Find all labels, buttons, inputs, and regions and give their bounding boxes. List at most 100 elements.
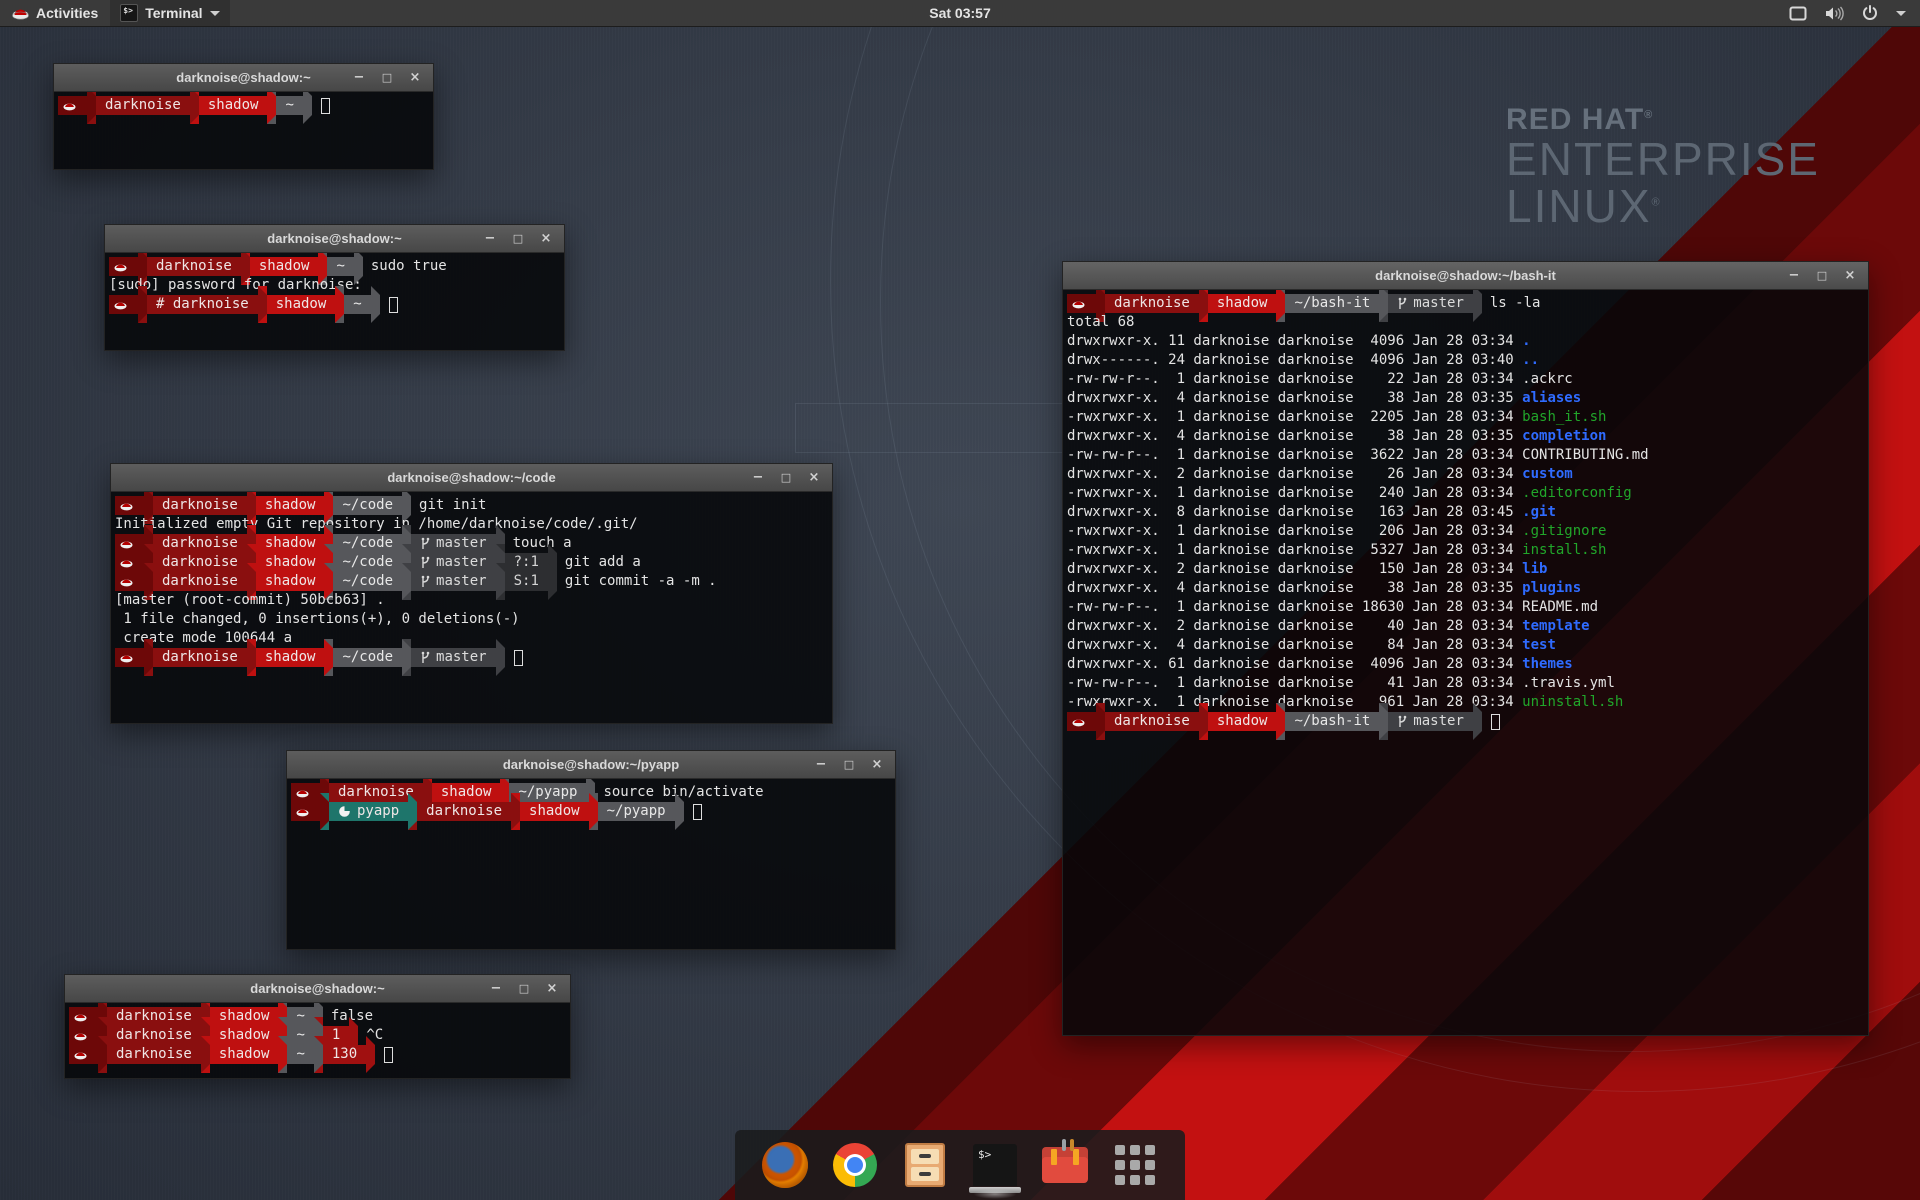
dock-files[interactable]: [901, 1141, 949, 1189]
window-titlebar[interactable]: darknoise@shadow:~−□×: [54, 64, 433, 92]
close-button[interactable]: ×: [804, 468, 824, 488]
prompt-segment-hat: [69, 1026, 98, 1045]
powerline-separator-icon: [1096, 703, 1105, 740]
window-titlebar[interactable]: darknoise@shadow:~−□×: [105, 225, 564, 253]
prompt-segment-path: ~/bash-it: [1285, 294, 1379, 313]
terminal-prompt-line: darknoiseshadow~: [58, 96, 429, 115]
redhat-icon: [120, 557, 133, 569]
power-icon[interactable]: [1862, 5, 1878, 21]
terminal-output-line: drwxrwxr-x. 4 darknoise darknoise 38 Jan…: [1067, 579, 1864, 598]
terminal-output-line: -rwxrwxr-x. 1 darknoise darknoise 2205 J…: [1067, 408, 1864, 427]
caret-down-icon[interactable]: [1896, 11, 1906, 16]
prompt-segment-user: darknoise: [107, 1045, 201, 1064]
minimize-button[interactable]: −: [1784, 266, 1804, 286]
terminal-prompt-line: darknoiseshadow~/codemasterS:1git commit…: [115, 572, 828, 591]
terminal-prompt-line: pyappdarknoiseshadow~/pyapp: [291, 802, 891, 821]
filename-exec: install.sh: [1522, 542, 1606, 558]
close-button[interactable]: ×: [867, 755, 887, 775]
terminal-body[interactable]: darknoiseshadow~sudo true[sudo] password…: [105, 253, 564, 350]
terminal-window: darknoise@shadow:~/pyapp−□×darknoiseshad…: [286, 750, 896, 950]
window-controls: −□ ×: [811, 755, 895, 775]
wallpaper-rectangle: [795, 403, 1063, 453]
clock[interactable]: Sat 03:57: [929, 5, 990, 21]
maximize-button[interactable]: □: [839, 755, 859, 775]
maximize-button[interactable]: □: [508, 229, 528, 249]
registered-mark: ®: [1644, 109, 1653, 121]
redhat-icon: [120, 500, 133, 512]
filename-exec: .gitignore: [1522, 523, 1606, 539]
window-controls: −□ ×: [1784, 266, 1868, 286]
terminal-output-line: 1 file changed, 0 insertions(+), 0 delet…: [115, 610, 828, 629]
powerline-separator-icon: [675, 793, 684, 830]
terminal-prompt-line: darknoiseshadow~sudo true: [109, 257, 560, 276]
activities-button[interactable]: Activities: [0, 0, 110, 26]
prompt-segment-hat: [115, 572, 144, 591]
prompt-segment-path: ~/code: [333, 648, 402, 667]
prompt-segment-host: shadow: [210, 1026, 279, 1045]
powerline-separator-icon: [548, 563, 557, 600]
filename-dir: custom: [1522, 466, 1573, 482]
powerline-separator-icon: [1473, 703, 1482, 740]
maximize-button[interactable]: □: [377, 68, 397, 88]
redhat-icon: [74, 1030, 87, 1042]
powerline-separator-icon: [247, 639, 256, 676]
filename-dir: lib: [1522, 561, 1547, 577]
output-text: -rwxrwxr-x. 1 darknoise darknoise 5327 J…: [1067, 542, 1522, 558]
close-button[interactable]: ×: [1840, 266, 1860, 286]
output-text: drwxrwxr-x. 4 darknoise darknoise 38 Jan…: [1067, 390, 1522, 406]
minimize-button[interactable]: −: [748, 468, 768, 488]
brand-line2: ENTERPRISE: [1506, 136, 1820, 183]
maximize-button[interactable]: □: [1812, 266, 1832, 286]
prompt-segment-path: ~/pyapp: [509, 783, 586, 802]
output-text: drwx------. 24 darknoise darknoise 4096 …: [1067, 352, 1522, 368]
prompt-segment-user: darknoise: [153, 572, 247, 591]
app-grid-icon: [1115, 1145, 1155, 1185]
terminal-body[interactable]: darknoiseshadow~/codegit initInitialized…: [111, 492, 832, 723]
close-button[interactable]: ×: [542, 979, 562, 999]
minimize-button[interactable]: −: [486, 979, 506, 999]
firefox-icon: [762, 1142, 808, 1188]
prompt-segment-path: ~: [287, 1045, 313, 1064]
terminal-output-line: -rwxrwxr-x. 1 darknoise darknoise 240 Ja…: [1067, 484, 1864, 503]
terminal-cursor: [1491, 714, 1500, 730]
maximize-button[interactable]: □: [514, 979, 534, 999]
minimize-button[interactable]: −: [480, 229, 500, 249]
screen-icon[interactable]: [1789, 6, 1807, 21]
window-titlebar[interactable]: darknoise@shadow:~−□×: [65, 975, 570, 1003]
prompt-segment-exit: 1: [323, 1026, 349, 1045]
output-text: [master (root-commit) 50bcb63] .: [115, 592, 385, 608]
prompt-segment-venv: pyapp: [329, 802, 408, 821]
filename-dir: ..: [1522, 352, 1539, 368]
output-text: drwxrwxr-x. 2 darknoise darknoise 40 Jan…: [1067, 618, 1522, 634]
terminal-body[interactable]: darknoiseshadow~/pyappsource bin/activat…: [287, 779, 895, 949]
close-button[interactable]: ×: [405, 68, 425, 88]
window-titlebar[interactable]: darknoise@shadow:~/pyapp−□×: [287, 751, 895, 779]
minimize-button[interactable]: −: [349, 68, 369, 88]
prompt-segment-user: darknoise: [153, 648, 247, 667]
window-titlebar[interactable]: darknoise@shadow:~/bash-it−□×: [1063, 262, 1868, 290]
prompt-segment-host: shadow: [256, 534, 325, 553]
dock-terminal[interactable]: $>: [971, 1141, 1019, 1189]
powerline-separator-icon: [87, 92, 96, 124]
terminal-prompt-line: darknoiseshadow~/bash-itmaster: [1067, 712, 1864, 731]
redhat-icon: [74, 1011, 87, 1023]
powerline-separator-icon: [98, 1036, 107, 1073]
terminal-output-line: drwxrwxr-x. 4 darknoise darknoise 38 Jan…: [1067, 427, 1864, 446]
dock-firefox[interactable]: [761, 1141, 809, 1189]
window-titlebar[interactable]: darknoise@shadow:~/code−□×: [111, 464, 832, 492]
output-text: drwxrwxr-x. 8 darknoise darknoise 163 Ja…: [1067, 504, 1522, 520]
minimize-button[interactable]: −: [811, 755, 831, 775]
dock-chrome[interactable]: [831, 1141, 879, 1189]
brand-line1: RED HAT: [1506, 103, 1644, 136]
terminal-body[interactable]: darknoiseshadow~/bash-itmasterls -latota…: [1063, 290, 1868, 1035]
terminal-window: darknoise@shadow:~−□×darknoiseshadow~: [53, 63, 434, 170]
terminal-output-line: drwxrwxr-x. 2 darknoise darknoise 26 Jan…: [1067, 465, 1864, 484]
close-button[interactable]: ×: [536, 229, 556, 249]
dock-toolbox[interactable]: [1041, 1141, 1089, 1189]
maximize-button[interactable]: □: [776, 468, 796, 488]
terminal-body[interactable]: darknoiseshadow~: [54, 92, 433, 169]
dock-app-grid[interactable]: [1111, 1141, 1159, 1189]
volume-icon[interactable]: [1825, 6, 1844, 21]
terminal-body[interactable]: darknoiseshadow~falsedarknoiseshadow~1^C…: [65, 1003, 570, 1078]
app-menu-terminal[interactable]: $> Terminal: [110, 0, 229, 26]
